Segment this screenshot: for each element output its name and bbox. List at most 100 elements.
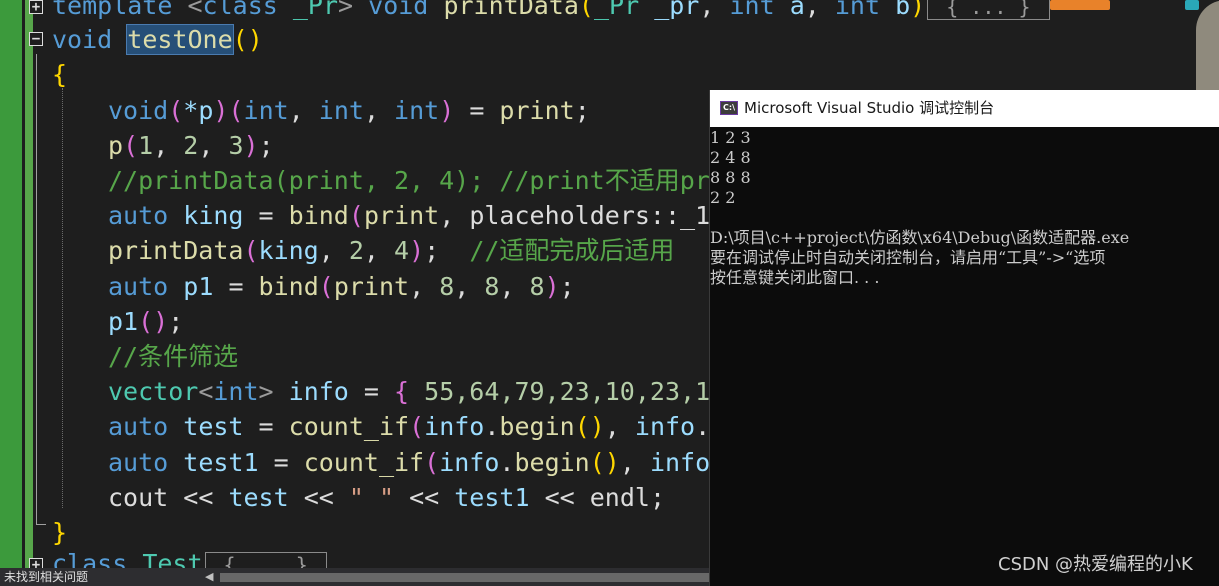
semicolon: ; [559,272,575,301]
variable: info [288,377,349,406]
keyword: void [52,25,113,54]
bracket: ( [578,0,594,20]
variable: info [649,448,711,477]
variable: p1 [108,307,139,336]
comma: , [288,96,319,125]
code-line[interactable]: vector<int> info = { 55,64,79,23,10,23,1… [108,374,740,409]
code-line[interactable]: p1(); [108,304,183,339]
indent-guide [62,88,63,508]
code-line[interactable]: p(1, 2, 3); [108,128,274,163]
bracket: ( [123,131,139,160]
code-line[interactable]: { [52,57,67,92]
bracket: () [589,448,620,477]
bracket: ( [318,272,334,301]
bracket: ( [228,96,244,125]
type-name: Test [142,549,203,568]
console-output[interactable]: 1 2 32 4 88 8 82 2 D:\项目\c++project\仿函数\x… [710,128,1219,288]
function-name: printData [108,236,244,265]
code-line[interactable]: //printData(print, 2, 4); //print不适用pri [108,163,725,198]
type-name: _Pr [292,0,339,20]
variable: test [228,483,289,512]
semicolon: ; [574,96,590,125]
variable: test1 [183,448,259,477]
comment: //printData(print, 2, 4); //print不适用pri [108,166,725,195]
bracket: () [232,25,263,54]
watermark: CSDN @热爱编程的小K [998,554,1193,575]
operator: << [168,483,229,512]
comma: , [699,0,715,20]
operator: = [348,377,395,406]
keyword: int [243,96,289,125]
string-literal: " " [348,483,395,512]
number: 8 [484,272,500,301]
function-name-highlighted[interactable]: testOne [126,24,234,55]
scroll-left-icon[interactable]: ◀ [205,570,213,584]
code-line[interactable]: void(*p)(int, int, int) = print; [108,93,590,128]
keyword: auto [108,412,169,441]
code-line[interactable]: auto test1 = count_if(info.begin(), info… [108,445,740,480]
code-line[interactable]: auto king = bind(print, placeholders::_1… [108,198,725,233]
operator: << [529,483,590,512]
function-name: begin [499,412,575,441]
variable: king [183,201,244,230]
code-line[interactable]: class Test{ ... } [52,546,327,568]
code-line[interactable]: auto p1 = bind(print, 8, 8, 8); [108,269,575,304]
comment: //适配完成后适用 [469,236,675,265]
operator: < [198,377,214,406]
comma: , [804,0,820,20]
issues-status[interactable]: 未找到相关问题 [4,569,88,585]
comma: , [153,131,184,160]
bracket: ) [409,236,425,265]
code-line[interactable]: } [52,515,67,550]
comment: //条件筛选 [108,342,239,371]
operator: = [454,96,500,125]
code-line[interactable]: cout << test << " " << test1 << endl; [108,480,665,515]
keyword: template [52,0,173,20]
function-name: print [363,201,440,230]
expand-icon[interactable]: + [29,0,43,14]
keyword: int [834,0,881,20]
collapsed-block[interactable]: { ... } [204,552,327,568]
number: 3 [228,131,244,160]
fold-region-line [36,54,37,524]
decorative-overlay [1185,0,1199,10]
code-line[interactable]: //条件筛选 [108,339,238,374]
console-app-icon: C:\ [720,101,738,115]
keyword: auto [108,272,169,301]
comma: , [409,272,440,301]
bracket: ) [439,96,455,125]
code-line[interactable]: auto test = count_if(info.begin(), info.… [108,409,740,444]
operator: << [394,483,455,512]
bracket: ( [409,412,425,441]
keyword: int [729,0,775,20]
keyword: auto [108,448,169,477]
debug-console-window[interactable]: C:\ Microsoft Visual Studio 调试控制台 1 2 32… [709,90,1219,586]
function-name: bind [288,201,349,230]
collapsed-block[interactable]: { ... } [927,0,1050,20]
change-tracking-margin [0,0,22,568]
bracket: ( [424,448,440,477]
horizontal-scrollbar[interactable] [220,573,709,582]
code-line[interactable]: template <class _Pr> void printData(_Pr … [52,0,1050,23]
bracket: ) [243,131,259,160]
identifier: cout [108,483,169,512]
console-titlebar[interactable]: C:\ Microsoft Visual Studio 调试控制台 [710,90,1219,127]
console-title: Microsoft Visual Studio 调试控制台 [744,99,995,117]
code-line[interactable]: printData(king, 2, 4); //适配完成后适用 [108,233,674,268]
console-line: 1 2 3 [710,128,751,147]
keyword: class [202,0,278,20]
operator: > [338,0,354,20]
function-name: bind [258,272,319,301]
semicolon: ; [168,307,184,336]
operator: = [258,448,304,477]
keyword: void [368,0,429,20]
collapse-icon[interactable]: − [29,32,43,46]
operator: = [243,412,289,441]
comma: , [363,236,395,265]
code-line[interactable]: void testOne() [52,22,263,57]
comma: , [619,448,650,477]
expand-icon[interactable]: + [29,558,43,568]
comma: , [439,201,470,230]
semicolon: ; [649,483,666,512]
